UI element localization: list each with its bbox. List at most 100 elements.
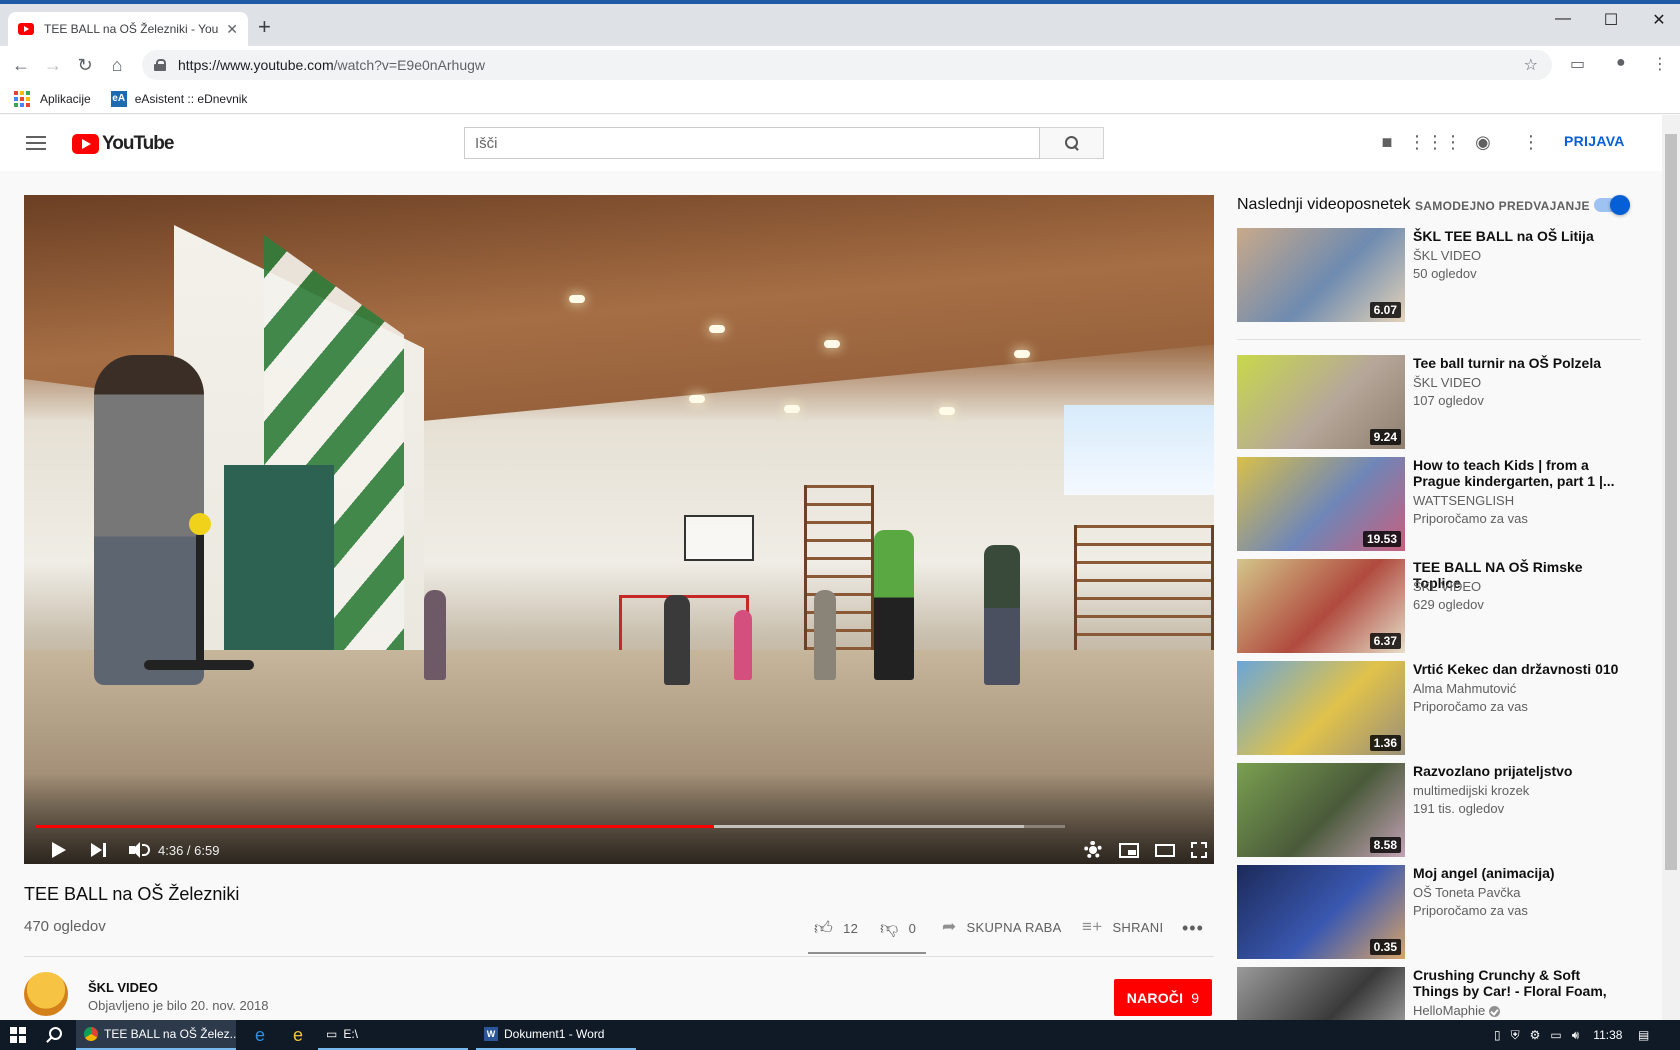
recommendation-item[interactable]: 9.24 Tee ball turnir na OŠ Polzela ŠKL VID… — [1237, 355, 1657, 449]
video-thumbnail[interactable]: 9.24 — [1237, 355, 1405, 449]
taskbar-edge-button[interactable]: e — [244, 1020, 276, 1050]
taskbar-item-word[interactable]: W Dokument1 - Word — [476, 1020, 636, 1050]
mute-button[interactable] — [124, 835, 154, 864]
chrome-menu-icon[interactable]: ⋮ — [1652, 54, 1668, 74]
taskbar-item-explorer[interactable]: ▭ E:\ — [318, 1020, 468, 1050]
video-thumbnail[interactable]: 6.37 — [1237, 559, 1405, 653]
subscribe-button[interactable]: NAROČI 9 — [1114, 979, 1212, 1016]
channel-name[interactable]: ŠKL VIDEO — [88, 980, 158, 995]
recommendation-channel-name: ŠKL VIDEO — [1413, 579, 1482, 594]
share-button[interactable]: ➦ SKUPNA RABA — [942, 917, 1062, 937]
defender-icon[interactable]: ⛨ — [1511, 1028, 1520, 1043]
more-actions-icon[interactable]: ••• — [1182, 918, 1204, 939]
apps-grid-icon[interactable] — [14, 90, 30, 107]
bookmark-star-icon[interactable]: ☆ — [1524, 55, 1538, 75]
fullscreen-button[interactable] — [1184, 835, 1214, 864]
lock-icon[interactable] — [154, 59, 166, 71]
recommendation-title[interactable]: ŠKL TEE BALL na OŠ Litija — [1413, 228, 1623, 244]
taskbar-item-chrome[interactable]: TEE BALL na OŠ Želez... — [76, 1020, 236, 1050]
back-arrow-icon[interactable]: ← — [8, 52, 34, 78]
recommendation-item[interactable]: 19.53 How to teach Kids | from a Prague k… — [1237, 457, 1657, 551]
close-window-button[interactable]: ✕ — [1644, 10, 1674, 30]
recommendation-item[interactable]: 0.35 Moj angel (animacija) OŠ Toneta Pavčk… — [1237, 865, 1657, 959]
clock[interactable]: 11:38 — [1593, 1028, 1622, 1042]
recommendation-channel: Alma Mahmutović — [1413, 681, 1516, 696]
drive-icon: ▭ — [326, 1027, 338, 1041]
recommendation-title[interactable]: Moj angel (animacija) — [1413, 865, 1623, 881]
recommendation-title[interactable]: Tee ball turnir na OŠ Polzela — [1413, 355, 1623, 371]
divider — [24, 956, 1214, 957]
search-input[interactable] — [465, 128, 1039, 158]
video-thumbnail[interactable]: 8.58 — [1237, 763, 1405, 857]
channel-avatar[interactable] — [24, 972, 68, 1016]
recommendation-title[interactable]: Vrtić Kekec dan državnosti 010 — [1413, 661, 1623, 677]
next-button[interactable] — [84, 835, 114, 864]
settings-more-icon[interactable]: ⋮ — [1518, 129, 1544, 155]
up-next-divider — [1237, 339, 1641, 340]
youtube-favicon-icon — [18, 23, 34, 35]
extension-icon[interactable]: ▭ — [1570, 54, 1585, 74]
create-video-icon[interactable]: ■ — [1374, 129, 1400, 155]
autoplay-toggle-knob[interactable] — [1610, 195, 1630, 215]
video-thumbnail[interactable]: 19.53 — [1237, 457, 1405, 551]
minimize-button[interactable]: — — [1548, 10, 1578, 28]
recommendation-channel-name: OŠ Toneta Pavčka — [1413, 885, 1521, 900]
video-frame-windows — [1064, 405, 1214, 495]
new-tab-button[interactable]: + — [258, 16, 271, 38]
reload-icon[interactable]: ↻ — [72, 52, 98, 78]
time-display: 4:36 / 6:59 — [158, 835, 219, 864]
menu-icon[interactable] — [26, 136, 46, 150]
youtube-logo[interactable]: YouTube — [72, 133, 174, 155]
theater-mode-button[interactable] — [1150, 835, 1180, 864]
recommendation-meta: Priporočamo za vas — [1413, 511, 1528, 526]
video-thumbnail[interactable]: 0.35 — [1237, 865, 1405, 959]
miniplayer-button[interactable] — [1114, 835, 1144, 864]
messages-icon[interactable]: ◉ — [1470, 129, 1496, 155]
network-icon[interactable]: ▭ — [1550, 1028, 1561, 1042]
recommendation-item[interactable]: 1.36 Vrtić Kekec dan državnosti 010 Alma M… — [1237, 661, 1657, 755]
start-button[interactable] — [2, 1020, 34, 1050]
dislike-button[interactable]: 👎︎ 0 — [880, 917, 916, 939]
recommendation-meta: Priporočamo za vas — [1413, 903, 1528, 918]
youtube-header: YouTube ■ ⋮⋮⋮ ◉ ⋮ PRIJAVA — [0, 115, 1662, 171]
share-label: SKUPNA RABA — [966, 919, 1062, 935]
video-thumbnail[interactable]: 6.07 — [1237, 228, 1405, 322]
address-bar[interactable]: https://www.youtube.com/watch?v=E9e0nArh… — [142, 50, 1552, 80]
tab-close-icon[interactable]: ✕ — [226, 21, 238, 38]
recommendation-title[interactable]: How to teach Kids | from a Prague kinder… — [1413, 457, 1623, 489]
page-scrollbar-thumb[interactable] — [1665, 134, 1677, 870]
recommendation-channel-name: ŠKL VIDEO — [1413, 375, 1482, 390]
progress-bar[interactable] — [36, 825, 1065, 828]
notifications-button[interactable]: ▤ — [1638, 1020, 1649, 1050]
volume-tray-icon[interactable]: 🔊︎ — [1572, 1028, 1580, 1043]
video-player[interactable]: 4:36 / 6:59 — [24, 195, 1214, 864]
bookmark-easistent[interactable]: eAsistent :: eDnevnik — [135, 92, 248, 106]
next-icon — [91, 842, 107, 858]
maximize-button[interactable]: ☐ — [1596, 10, 1626, 30]
signin-button[interactable]: PRIJAVA — [1564, 133, 1625, 149]
bookmark-apps[interactable]: Aplikacije — [40, 92, 91, 106]
like-count: 12 — [843, 920, 859, 936]
video-thumbnail[interactable]: 1.36 — [1237, 661, 1405, 755]
like-button[interactable]: 👍︎ 12 — [814, 917, 858, 939]
forward-arrow-icon[interactable]: → — [40, 52, 66, 78]
save-button[interactable]: ≡+ SHRANI — [1082, 917, 1163, 937]
taskbar-ie-button[interactable]: e — [282, 1020, 314, 1050]
action-icon[interactable]: ⚙ — [1530, 1028, 1541, 1042]
play-button[interactable] — [44, 835, 74, 864]
recommendation-title[interactable]: Razvozlano prijateljstvo — [1413, 763, 1623, 779]
apps-icon[interactable]: ⋮⋮⋮ — [1408, 129, 1462, 155]
settings-button[interactable] — [1078, 835, 1108, 864]
taskbar-search-button[interactable] — [38, 1020, 70, 1050]
home-icon[interactable]: ⌂ — [104, 52, 130, 78]
usb-icon[interactable]: ▯ — [1494, 1028, 1501, 1042]
browser-tab-active[interactable]: TEE BALL na OŠ Železniki - YouTube ✕ — [8, 12, 248, 46]
autoplay-label: SAMODEJNO PREDVAJANJE — [1415, 199, 1590, 213]
recommendation-item[interactable]: 6.07 ŠKL TEE BALL na OŠ Litija ŠKL VIDEO 50… — [1237, 228, 1657, 322]
search-button[interactable] — [1040, 127, 1104, 159]
recommendation-item[interactable]: 6.37 TEE BALL NA OŠ Rimske Toplice ŠKL VID… — [1237, 559, 1657, 653]
profile-icon[interactable]: ● — [1616, 54, 1626, 72]
recommendation-title[interactable]: Crushing Crunchy & Soft Things by Car! -… — [1413, 967, 1623, 999]
recommendation-item[interactable]: 8.58 Razvozlano prijateljstvo multimedijsk… — [1237, 763, 1657, 857]
search-box[interactable] — [464, 127, 1040, 159]
